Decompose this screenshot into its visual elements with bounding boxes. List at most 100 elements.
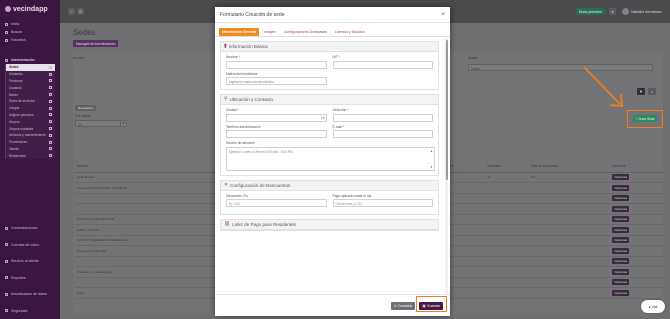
- options-button[interactable]: Opciones: [612, 195, 630, 202]
- annotation-arrow-line: [583, 66, 621, 105]
- options-button[interactable]: Opciones: [612, 226, 630, 233]
- table-header-cell[interactable]: Tasa de inscripción: [528, 161, 611, 173]
- notification-button[interactable]: ●: [609, 8, 617, 15]
- options-button[interactable]: Opciones: [612, 216, 630, 223]
- per-page-chevron[interactable]: ▾: [120, 120, 127, 127]
- table-cell: Opciones: [610, 203, 663, 215]
- nit-input[interactable]: [332, 60, 433, 69]
- chat-widget[interactable]: ● Vial: [641, 300, 665, 313]
- sidebar-subitem-label: Cargos: [9, 106, 20, 111]
- table-cell: Edificio Venecia: [75, 224, 223, 236]
- app-logo[interactable]: vecindapp: [0, 0, 60, 18]
- sidebar-subitem[interactable]: Tareas: [6, 146, 55, 153]
- table-cell: [485, 256, 529, 267]
- user-menu[interactable]: Nathalia Hernandez: [622, 8, 662, 15]
- options-button[interactable]: Opciones: [612, 279, 630, 286]
- sidebar-subitem[interactable]: Asignar permisos: [6, 112, 55, 119]
- sidebar-subitem[interactable]: Naves: [6, 91, 55, 98]
- pay-day-input[interactable]: Día del mes (1-31): [332, 199, 433, 207]
- clear-filter-button[interactable]: ×: [648, 88, 656, 95]
- settings-button[interactable]: ⚙: [77, 8, 84, 15]
- matricula-label: Matrícula Inmobiliaria: [226, 71, 258, 76]
- close-icon: ×: [650, 89, 654, 94]
- city-select[interactable]: [226, 113, 327, 122]
- table-cell: [75, 256, 223, 267]
- sidebar-subitem[interactable]: Residencial: [6, 152, 55, 159]
- sidebar-bottom-item[interactable]: Reportes: [0, 270, 60, 287]
- cancel-button[interactable]: ✕ Cancelar: [391, 301, 416, 310]
- table-header-cell[interactable]: Acciones: [610, 161, 663, 173]
- table-cell: Opciones: [610, 277, 663, 288]
- phone-input[interactable]: [226, 130, 327, 138]
- options-button[interactable]: Opciones: [612, 184, 630, 191]
- options-button[interactable]: Opciones: [612, 268, 630, 275]
- tab-configuraciones-avanzadas[interactable]: Configuraciones Avanzadas: [281, 28, 330, 36]
- name-input[interactable]: [226, 60, 327, 69]
- sidebar-bottom-item[interactable]: Actualización de datos: [0, 286, 60, 303]
- options-button[interactable]: Opciones: [612, 174, 630, 181]
- table-cell: [528, 193, 611, 204]
- modal-body[interactable]: ▮ Información Básica Nombre * NIT * Matrí…: [215, 37, 444, 294]
- modal-scrollbar[interactable]: [445, 38, 448, 294]
- sidebar-subitem[interactable]: Roles de servicios: [6, 98, 55, 105]
- annotation-arrow: [583, 66, 623, 107]
- options-button[interactable]: Opciones: [612, 205, 630, 212]
- options-button[interactable]: Opciones: [612, 237, 630, 244]
- table-header-cell[interactable]: Unidades: [485, 161, 529, 173]
- table-cell: [528, 214, 611, 225]
- sidebar-item-favoritos[interactable]: Favoritos: [0, 36, 60, 44]
- sidebar-subitem-label: Roles de servicios: [9, 99, 35, 104]
- tab-informacion-general[interactable]: Información General: [219, 28, 260, 36]
- form-row: Ciudad * Dirección *: [226, 108, 433, 122]
- sidebar-bottom-item[interactable]: Cuentas de cobro: [0, 237, 60, 254]
- sidebar-subitem[interactable]: Unidades: [6, 71, 55, 78]
- modal-scrollbar-thumb[interactable]: [445, 40, 448, 180]
- sidebar-section-administracion[interactable]: Administración: [0, 56, 60, 64]
- table-cell: [75, 277, 223, 288]
- matricula-input[interactable]: Ingrese la matrícula inmobiliaria: [226, 77, 327, 85]
- modal-close-button[interactable]: ×: [441, 12, 445, 18]
- filter-button[interactable]: ▼: [637, 88, 645, 95]
- sidebar-subitem[interactable]: Grupos unidades: [6, 125, 55, 132]
- table-cell: [528, 277, 611, 288]
- address-input[interactable]: [332, 113, 433, 122]
- sidebar-item-label: Inicio: [11, 22, 20, 26]
- sidebar-bottom-item[interactable]: Seguridad: [0, 303, 60, 319]
- table-cell: Plaza Arroyo Tecnológico: [75, 266, 223, 278]
- tab-licencia-modulos[interactable]: Licencia y Módulos: [332, 28, 368, 36]
- options-button[interactable]: Opciones: [612, 258, 630, 265]
- sidebar-subitem[interactable]: Sedes: [6, 64, 55, 71]
- table-cell: La Estancia das Cumbre de Selmas: [75, 182, 223, 194]
- sidebar-item-inicio[interactable]: Inicio: [0, 20, 60, 28]
- sidebar-item-buscar[interactable]: Buscar: [0, 28, 60, 36]
- sidebar-bottom-label: Comunicaciones: [11, 226, 38, 231]
- section-title: Configuración de Descuentos: [230, 182, 291, 188]
- management-button[interactable]: Managed de Administración: [73, 40, 119, 47]
- sidebar-subitem[interactable]: Proveedores: [6, 139, 55, 146]
- table-header-cell[interactable]: Nombre: [75, 161, 223, 173]
- table-cell: [528, 256, 611, 267]
- section-discounts: ✕ Configuración de Descuentos Descuento (…: [220, 179, 439, 215]
- sidebar-subitem[interactable]: Usuarios: [6, 84, 55, 91]
- sidebar-bottom-item[interactable]: Comunicaciones: [0, 220, 60, 237]
- table-cell: [528, 235, 611, 246]
- sidebar-bottom-item[interactable]: Servicio al cliente: [0, 253, 60, 270]
- menu-toggle-button[interactable]: ≡: [68, 8, 75, 15]
- email-input[interactable]: [332, 130, 433, 138]
- table-cell: Opciones: [610, 256, 663, 267]
- premium-button[interactable]: Modo premium: [575, 8, 606, 15]
- options-button[interactable]: Opciones: [612, 289, 630, 296]
- options-button[interactable]: Opciones: [612, 247, 630, 254]
- discount-input[interactable]: Ej: 0.00: [226, 199, 327, 207]
- hours-textarea[interactable]: Ejemplo: Lunes a Viernes 8:00 AM - 5:00 …: [226, 146, 435, 171]
- sidebar-subitem[interactable]: Cargos: [6, 105, 55, 112]
- tab-imagen[interactable]: Imagen: [261, 28, 279, 36]
- nit-label: NIT *: [332, 55, 340, 59]
- checkbox-icon: [49, 86, 52, 90]
- sidebar-subitem-label: Naves: [9, 92, 19, 97]
- sidebar-subitem[interactable]: Personas: [6, 78, 55, 85]
- table-cell: [485, 182, 529, 194]
- sidebar-subitem[interactable]: Grupos: [6, 118, 55, 125]
- form-row: Teléfono administración E-mail *: [226, 125, 433, 138]
- sidebar-subitem[interactable]: Artículos y mantenimiento: [6, 132, 55, 139]
